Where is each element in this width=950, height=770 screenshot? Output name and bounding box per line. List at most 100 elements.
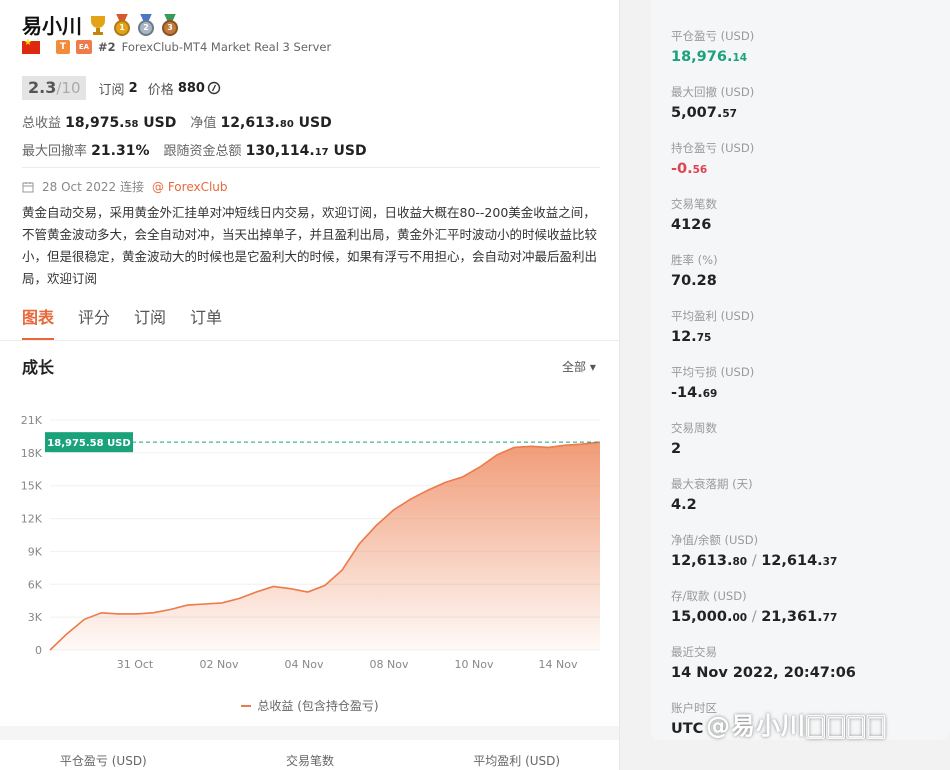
chart-legend[interactable]: 总收益 (包含持仓盈亏)	[0, 697, 619, 714]
y-tick-label: 6K	[28, 578, 43, 591]
tab-subscribe[interactable]: 订阅	[134, 304, 166, 328]
side-stat: 胜率 (%) 70.28	[671, 252, 718, 289]
side-stat-label: 平均亏损 (USD)	[671, 365, 755, 379]
signal-detail-panel: 易小川 1 2 3 T EA #2 ForexClub-MT4 Market R…	[0, 0, 620, 770]
drawdown-label: 最大回撤率	[22, 144, 88, 159]
side-stat: 平均盈利 (USD) 12.75	[671, 308, 754, 345]
connection-date: 28 Oct 2022 连接	[42, 180, 145, 194]
account-stats-panel: 平仓盈亏 (USD) 18,976.14 最大回撤 (USD) 5,007.57 持仓盈…	[651, 0, 950, 740]
side-stat: 净值/余额 (USD) 12,613.80 / 12,614.37	[671, 532, 837, 569]
side-stat-label: 最大回撤 (USD)	[671, 85, 755, 99]
tab-rating[interactable]: 评分	[78, 304, 110, 328]
strategy-description: 黄金自动交易，采用黄金外汇挂单对冲短线日内交易，欢迎订阅，日收益大概在80--2…	[22, 205, 598, 286]
follow-funds-label: 跟随资金总额	[163, 144, 242, 159]
chart-card: 0 3K 6K 9K 12K 15K 18K 21K 18,975.58 USD 31 Oct 02…	[0, 391, 619, 726]
side-stat-value: 18,976.14	[671, 49, 748, 65]
side-stat: 存/取款 (USD) 15,000.00 / 21,361.77	[671, 588, 837, 625]
side-stat-value: 14 Nov 2022, 20:47:06	[671, 665, 856, 681]
legend-label: 总收益 (包含持仓盈亏)	[257, 699, 379, 713]
bottom-stat-avg-profit: 平均盈利 (USD)	[473, 754, 561, 768]
side-stat: 持仓盈亏 (USD) -0.56	[671, 140, 754, 177]
x-tick-label: 14 Nov	[539, 658, 578, 671]
current-value-label: 18,975.58 USD	[47, 438, 130, 449]
x-tick-label: 08 Nov	[370, 658, 409, 671]
divider	[22, 167, 600, 168]
side-stat-value: 4.2	[671, 497, 697, 513]
y-tick-label: 18K	[21, 447, 43, 460]
calendar-icon	[22, 181, 34, 192]
side-stat-value: 5,007.57	[671, 105, 737, 121]
growth-chart: 0 3K 6K 9K 12K 15K 18K 21K 18,975.58 USD 31 Oct 02…	[21, 414, 601, 671]
server-name: ForexClub-MT4 Market Real 3 Server	[121, 40, 332, 54]
side-stat: 平均亏损 (USD) -14.69	[671, 364, 754, 401]
tab-chart[interactable]: 图表	[22, 304, 55, 340]
price-label: 价格	[147, 82, 174, 98]
subscribe-count: 2	[128, 80, 138, 96]
side-stat: 最大衰落期 (天) 4.2	[671, 476, 753, 513]
side-stat-value: 4126	[671, 217, 712, 233]
tabs-divider	[0, 340, 619, 341]
y-tick-label: 15K	[21, 480, 43, 493]
x-tick-label: 10 Nov	[455, 658, 494, 671]
side-stat-value: 15,000.00 / 21,361.77	[671, 609, 838, 625]
coin-icon	[207, 81, 221, 95]
china-flag-icon	[22, 38, 40, 54]
rank-badge: #2	[98, 40, 116, 54]
subscribe-label: 订阅	[98, 82, 125, 98]
y-tick-label: 12K	[21, 513, 43, 526]
drawdown-row: 最大回撤率 21.31% 跟随资金总额 130,114.17 USD	[22, 140, 367, 159]
account-meta: T EA #2 ForexClub-MT4 Market Real 3 Serv…	[22, 38, 332, 54]
trophy-icon	[88, 14, 108, 36]
side-stat-label: 净值/余额 (USD)	[671, 533, 759, 547]
side-stat-label: 交易笔数	[671, 197, 717, 211]
x-tick-label: 02 Nov	[200, 658, 239, 671]
price-value: 880	[177, 80, 205, 96]
score-row: 2.3/10 订阅 2 价格 880	[22, 76, 221, 100]
equity-value: 12,613.80 USD	[220, 115, 332, 131]
tab-orders[interactable]: 订单	[190, 304, 222, 328]
silver-medal-icon: 2	[136, 13, 156, 36]
detail-tabs: 图表 评分 订阅 订单	[22, 304, 222, 340]
side-stat-value: 12,613.80 / 12,614.37	[671, 553, 838, 569]
side-stat-label: 最大衰落期 (天)	[671, 477, 753, 491]
side-stat: 平仓盈亏 (USD) 18,976.14	[671, 28, 754, 65]
total-profit-value: 18,975.58 USD	[65, 115, 177, 131]
side-stat: 交易周数 2	[671, 420, 717, 457]
x-tick-label: 31 Oct	[117, 658, 154, 671]
gold-medal-icon: 1	[112, 13, 132, 36]
bottom-stat-trades: 交易笔数	[286, 754, 335, 768]
bottom-stat-closed-pnl: 平仓盈亏 (USD)	[59, 754, 147, 768]
side-stat: 最大回撤 (USD) 5,007.57	[671, 84, 754, 121]
side-stat-label: 持仓盈亏 (USD)	[671, 141, 755, 155]
tag-ea: EA	[76, 40, 92, 54]
range-dropdown[interactable]: 全部 ▾	[562, 358, 596, 375]
rating-score: 2.3/10	[22, 76, 87, 100]
y-tick-label: 0	[35, 644, 42, 657]
provider-name: 易小川	[22, 14, 82, 38]
connection-info: 28 Oct 2022 连接 @ ForexClub	[22, 178, 228, 195]
y-tick-label: 21K	[21, 414, 43, 427]
equity-label: 净值	[190, 116, 217, 131]
side-stat: 最近交易 14 Nov 2022, 20:47:06	[671, 644, 856, 681]
side-stat-value: -14.69	[671, 385, 718, 401]
side-stat-label: 最近交易	[671, 645, 717, 659]
side-stat-value: 70.28	[671, 273, 717, 289]
side-stat-label: 胜率 (%)	[671, 253, 718, 267]
profile-header: 易小川 1 2 3	[22, 10, 180, 39]
total-profit-label: 总收益	[22, 116, 62, 131]
tag-t: T	[56, 40, 70, 54]
legend-swatch	[241, 704, 252, 707]
y-tick-label: 3K	[28, 611, 43, 624]
side-stat-label: 平仓盈亏 (USD)	[671, 29, 755, 43]
drawdown-value: 21.31%	[91, 143, 150, 159]
side-stat-label: 平均盈利 (USD)	[671, 309, 755, 323]
section-title: 成长	[22, 358, 55, 377]
broker-link[interactable]: @ ForexClub	[152, 180, 228, 194]
y-tick-label: 9K	[28, 545, 43, 558]
side-stat-label: 交易周数	[671, 421, 717, 435]
side-stat-value: 2	[671, 441, 682, 457]
profit-row: 总收益 18,975.58 USD 净值 12,613.80 USD	[22, 112, 332, 131]
side-stat-value: -0.56	[671, 161, 708, 177]
x-tick-label: 04 Nov	[285, 658, 324, 671]
series-area	[50, 442, 600, 650]
